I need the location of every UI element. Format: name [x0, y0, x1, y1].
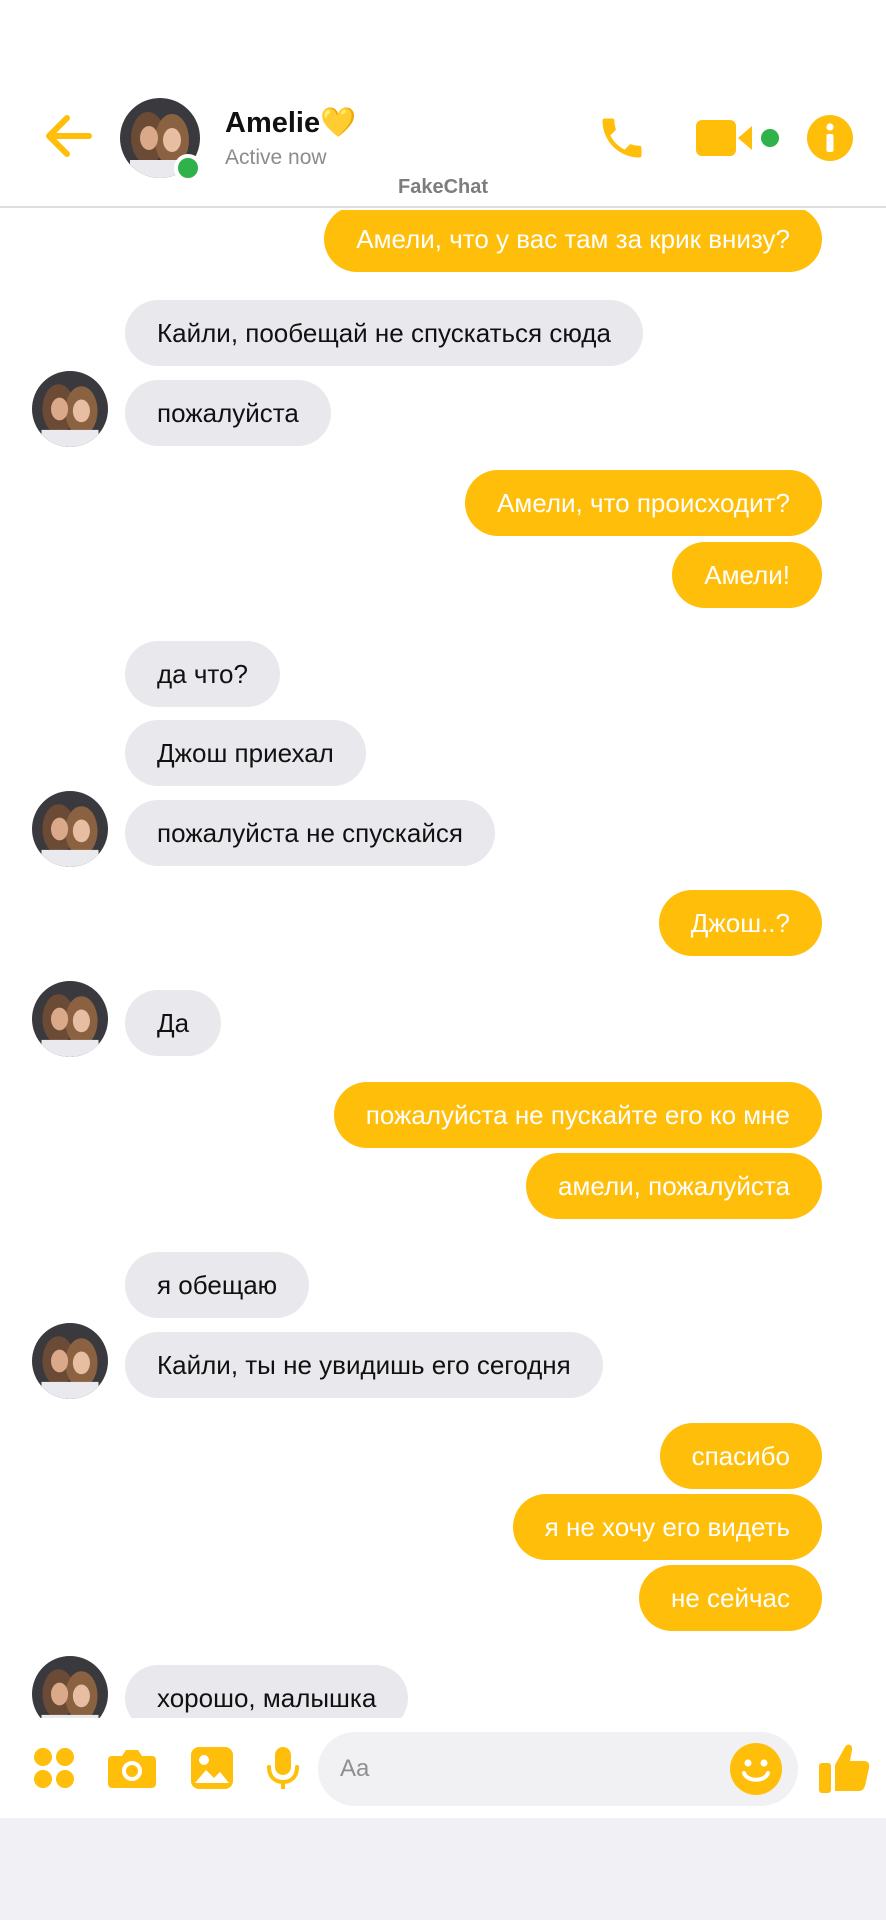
message-input[interactable]	[340, 1732, 700, 1806]
message-outgoing[interactable]: Амели, что у вас там за крик внизу?	[324, 210, 822, 272]
avatar-photo	[32, 1323, 108, 1399]
message-outgoing[interactable]: Амели, что происходит?	[465, 470, 822, 536]
message-bubble: пожалуйста не пускайте его ко мне	[333, 1082, 822, 1148]
message-bubble: пожалуйста не спускайся	[125, 800, 495, 866]
message-incoming[interactable]: да что?	[125, 641, 280, 707]
app-watermark: FakeChat	[397, 176, 489, 198]
message-bubble: амели, пожалуйста	[526, 1153, 822, 1219]
gallery-icon	[191, 1747, 233, 1789]
gallery-button[interactable]	[184, 1738, 240, 1798]
message-bubble: хорошо, малышка	[125, 1665, 409, 1718]
message-bubble: не сейчас	[638, 1565, 822, 1631]
chat-header: Amelie💛 Active now FakeChat	[0, 0, 886, 208]
message-bubble: спасибо	[659, 1423, 822, 1489]
message-input-container	[318, 1732, 798, 1806]
emoji-button[interactable]	[728, 1741, 784, 1797]
info-icon	[807, 115, 853, 161]
back-arrow-icon	[46, 115, 92, 157]
message-outgoing[interactable]: не сейчас	[638, 1565, 822, 1631]
message-incoming[interactable]: Да	[125, 990, 222, 1056]
message-bubble: Кайли, пообещай не спускаться сюда	[125, 300, 643, 366]
message-list[interactable]: Амели, что у вас там за крик внизу? Кайл…	[0, 210, 886, 1718]
avatar-photo	[32, 371, 108, 447]
call-button[interactable]	[592, 108, 652, 168]
emoji-icon	[730, 1743, 782, 1795]
message-outgoing[interactable]: спасибо	[659, 1423, 822, 1489]
message-incoming[interactable]: я обещаю	[125, 1252, 310, 1318]
contact-avatar[interactable]	[120, 98, 202, 182]
message-bubble: Да	[125, 990, 222, 1056]
message-bubble: я обещаю	[125, 1252, 310, 1318]
message-outgoing[interactable]: амели, пожалуйста	[526, 1153, 822, 1219]
voice-button[interactable]	[262, 1738, 304, 1798]
message-outgoing[interactable]: я не хочу его видеть	[512, 1494, 822, 1560]
video-camera-icon	[696, 120, 779, 156]
message-bubble: пожалуйста	[125, 380, 331, 446]
camera-button[interactable]	[104, 1738, 160, 1798]
message-outgoing[interactable]: Амели!	[672, 542, 822, 608]
microphone-icon	[267, 1747, 299, 1789]
contact-status: Active now	[225, 146, 327, 169]
message-incoming[interactable]: Кайли, ты не увидишь его сегодня	[125, 1332, 603, 1398]
thumbs-up-icon	[819, 1744, 870, 1793]
message-bubble: Джош приехал	[125, 720, 366, 786]
camera-icon	[108, 1750, 156, 1788]
message-bubble: Амели!	[672, 542, 822, 608]
avatar-photo	[32, 1656, 108, 1718]
message-bubble: я не хочу его видеть	[512, 1494, 822, 1560]
message-incoming[interactable]: Джош приехал	[125, 720, 366, 786]
info-button[interactable]	[800, 108, 860, 168]
phone-icon	[602, 118, 642, 158]
message-bubble: Джош..?	[658, 890, 822, 956]
system-nav-area	[0, 1818, 886, 1920]
avatar-photo	[32, 791, 108, 867]
message-incoming[interactable]: Кайли, пообещай не спускаться сюда	[125, 300, 643, 366]
message-incoming[interactable]: пожалуйста не спускайся	[125, 800, 495, 866]
sender-avatar[interactable]	[32, 791, 108, 867]
sender-avatar[interactable]	[32, 371, 108, 447]
video-call-button[interactable]	[694, 108, 784, 168]
composer-bar	[0, 1718, 886, 1818]
message-bubble: Амели, что у вас там за крик внизу?	[324, 210, 822, 272]
sender-avatar[interactable]	[32, 1323, 108, 1399]
sender-avatar[interactable]	[32, 981, 108, 1057]
apps-button[interactable]	[28, 1738, 80, 1798]
like-button[interactable]	[814, 1738, 874, 1798]
avatar-photo	[32, 981, 108, 1057]
message-outgoing[interactable]: Джош..?	[658, 890, 822, 956]
message-incoming[interactable]: хорошо, малышка	[125, 1665, 409, 1718]
message-bubble: да что?	[125, 641, 280, 707]
back-button[interactable]	[40, 106, 96, 166]
message-bubble: Кайли, ты не увидишь его сегодня	[125, 1332, 603, 1398]
message-incoming[interactable]: пожалуйста	[125, 380, 331, 446]
sender-avatar[interactable]	[32, 1656, 108, 1718]
message-outgoing[interactable]: пожалуйста не пускайте его ко мне	[333, 1082, 822, 1148]
contact-name[interactable]: Amelie💛	[225, 106, 356, 140]
apps-icon	[34, 1748, 74, 1788]
message-bubble: Амели, что происходит?	[465, 470, 822, 536]
